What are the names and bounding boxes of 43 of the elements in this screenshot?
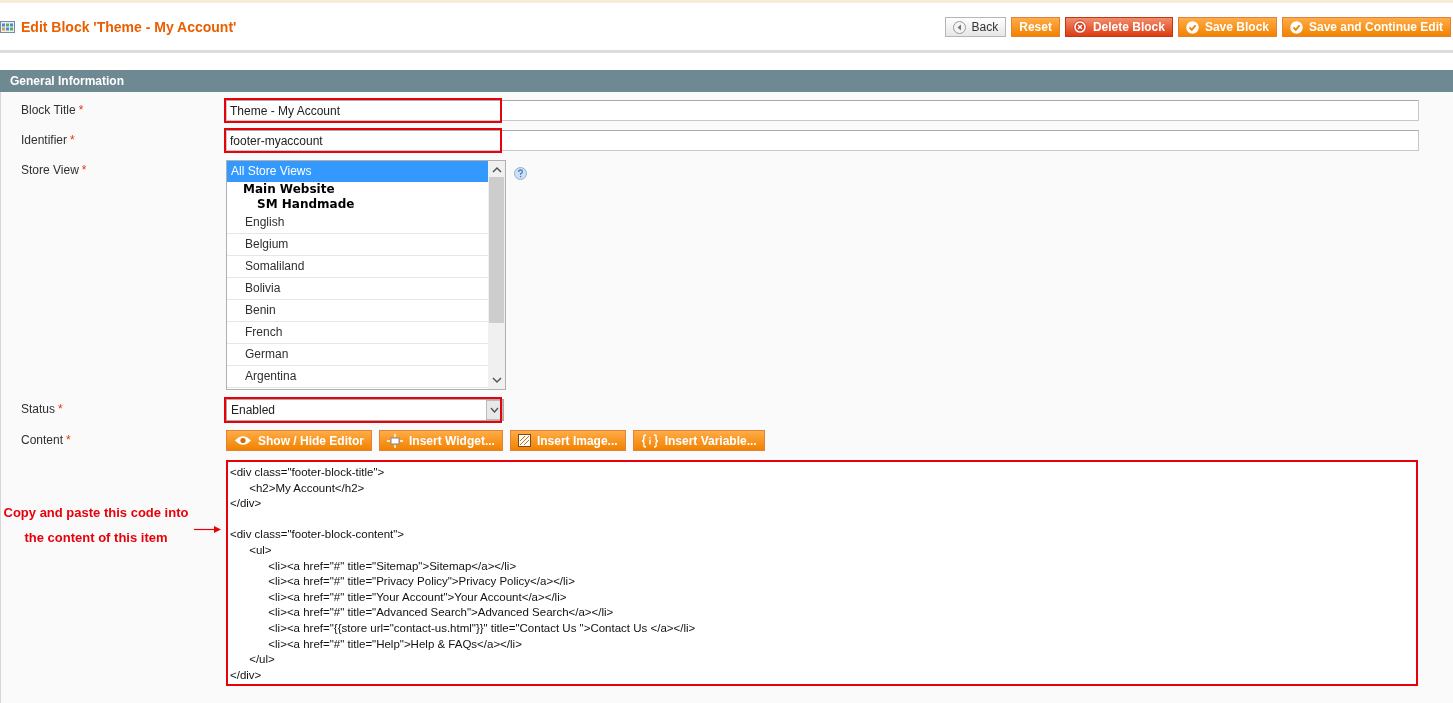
store-view-listbox[interactable]: All Store Views Main Website SM Handmade English Belgium Somaliland Bolivia Benin French German Argentina (226, 160, 506, 390)
widget-icon (387, 433, 403, 448)
scrollbar-thumb[interactable] (489, 177, 504, 323)
field-label: Identifier (21, 133, 68, 147)
option-group-label: SM Handmade (257, 197, 355, 211)
page-title: Edit Block 'Theme - My Account' (21, 19, 237, 35)
required-mark: * (81, 163, 87, 177)
required-mark: * (58, 402, 63, 416)
option-group-label: Main Website (243, 182, 335, 196)
annotation-note: Copy and paste this code into the content of this item (2, 504, 190, 547)
check-icon (1185, 20, 1199, 34)
help-icon[interactable] (514, 167, 527, 180)
list-option[interactable]: German (227, 344, 488, 366)
status-select[interactable]: Enabled (226, 399, 504, 421)
list-option[interactable]: Argentina (227, 366, 488, 388)
variable-icon (640, 433, 659, 448)
field-label: Status (21, 402, 56, 416)
list-option[interactable]: Bolivia (227, 278, 488, 300)
close-icon (1072, 20, 1087, 34)
content-editor[interactable]: <div class="footer-block-title"> <h2>My Account</h2> </div> <div class="footer-block-content"> <ul> <li><a href="#" title="Sitemap">Sitemap</a></li> <li><a href="#" title="Privacy Policy">Privacy Policy</a></li> <li><a href="#" title="Your Account">Your Account</a></li> <li><a href="#" title="Advanced Search">Advanced Search</a></li> <li><a href="{{store url="contact-us.html"}}" title="Contact Us ">Contact Us </a></li> <li><a href="#" title="Help">Help & FAQs</a></li> </ul> </div> (226, 460, 1418, 686)
field-label: Store View (21, 163, 79, 177)
required-mark: * (70, 133, 75, 147)
scroll-down-icon[interactable] (491, 376, 502, 384)
section-header: General Information (0, 70, 1453, 92)
field-label: Content (21, 433, 64, 447)
grid-icon (0, 21, 15, 33)
text-field[interactable]: footer-myaccount (226, 130, 1419, 151)
back-button[interactable]: Back (944, 17, 1007, 37)
list-option[interactable]: French (227, 322, 488, 344)
list-option[interactable]: Somaliland (227, 256, 488, 278)
arrow-icon (194, 525, 222, 534)
eye-icon (234, 435, 252, 446)
list-option[interactable]: English (227, 212, 488, 234)
list-option[interactable]: Benin (227, 300, 488, 322)
list-option[interactable]: Belgium (227, 234, 488, 256)
field-label: Block Title (21, 103, 76, 117)
required-mark: * (78, 103, 84, 117)
required-mark: * (66, 433, 71, 447)
check-icon (1290, 20, 1303, 34)
caret-icon (490, 407, 499, 413)
image-icon (517, 434, 531, 447)
scroll-up-icon[interactable] (491, 166, 502, 174)
text-field[interactable]: Theme - My Account (226, 100, 1419, 121)
